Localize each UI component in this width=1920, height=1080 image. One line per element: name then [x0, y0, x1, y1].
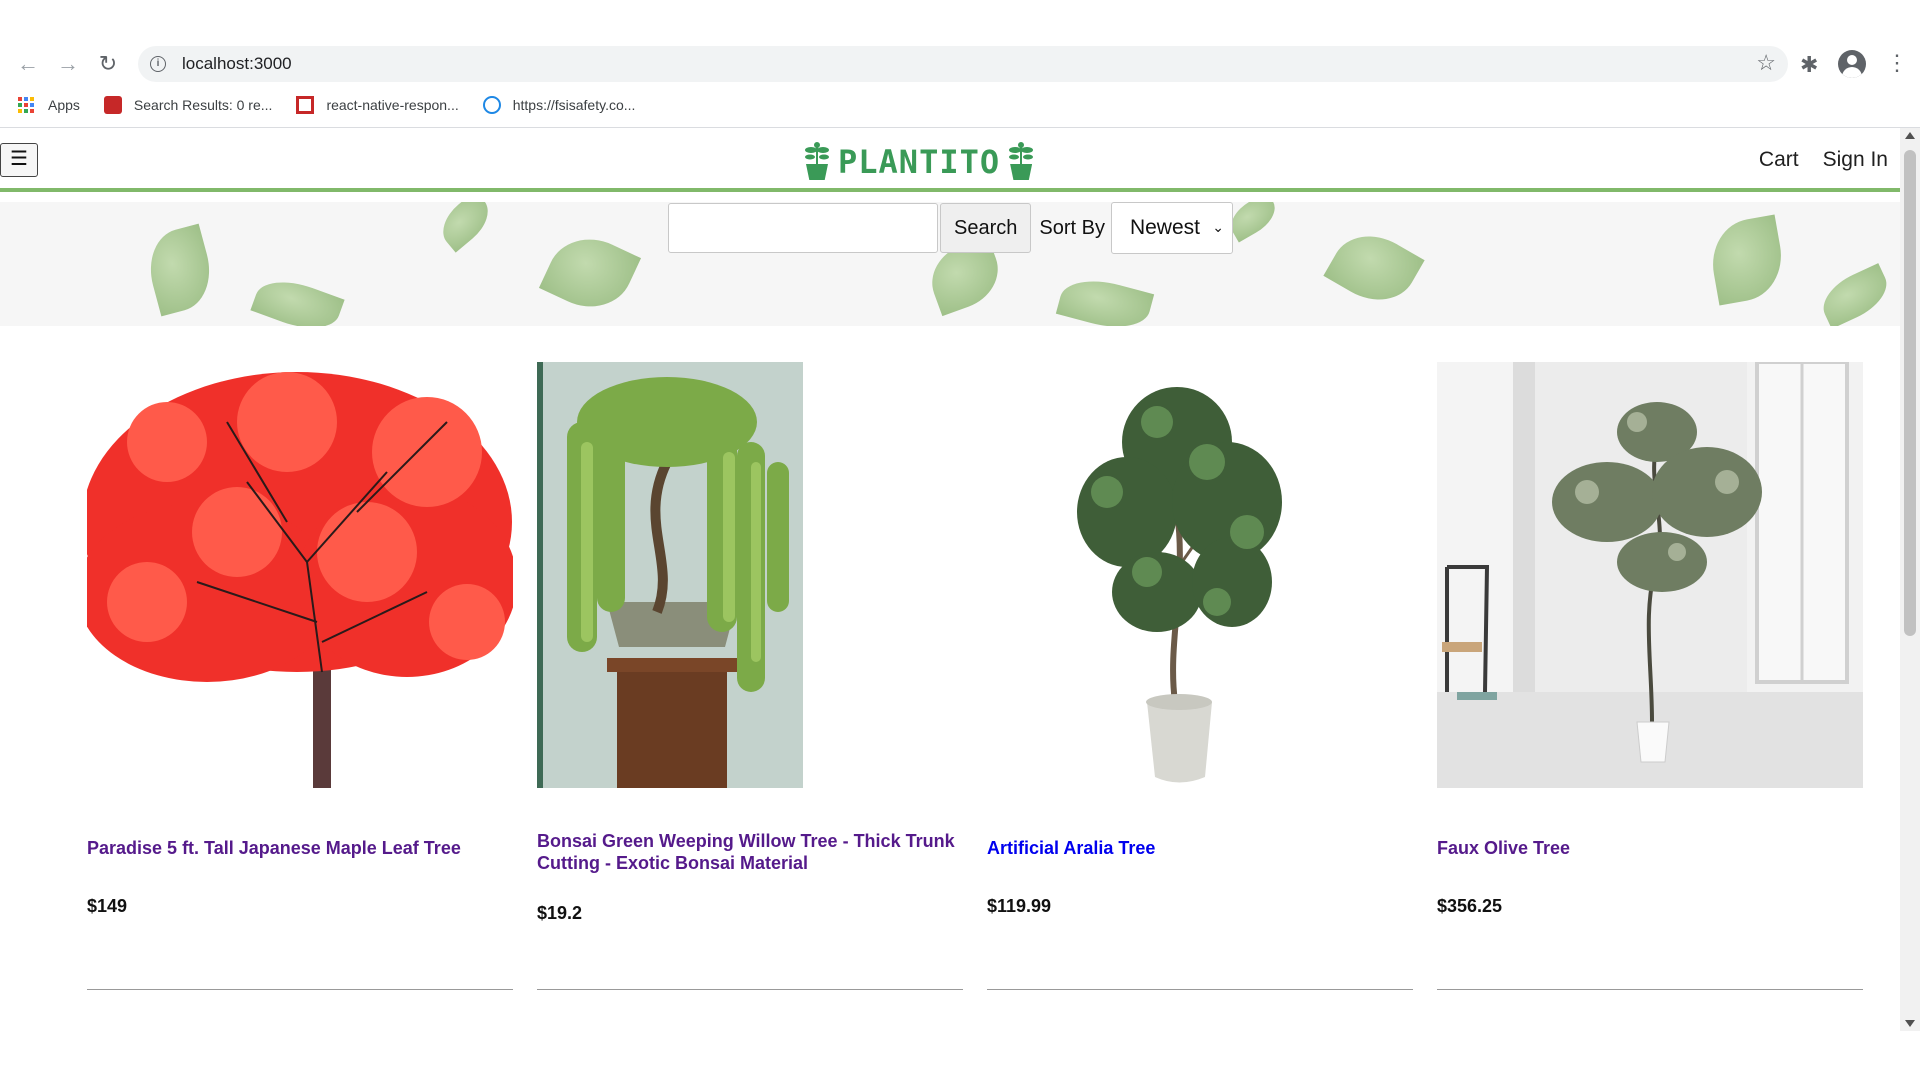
apps-grid-icon	[18, 97, 34, 113]
back-arrow-icon[interactable]: ←	[14, 50, 42, 78]
product-image-olive[interactable]	[1437, 362, 1863, 788]
leaf-decoration	[538, 224, 642, 322]
scroll-thumb[interactable]	[1904, 150, 1916, 636]
bookmark-star-icon[interactable]: ☆	[1756, 50, 1776, 76]
product-card: Paradise 5 ft. Tall Japanese Maple Leaf …	[87, 362, 513, 990]
page-viewport: ☰ PLANTITO Cart Sign In Search Sort By N…	[0, 128, 1900, 1080]
header-links: Cart Sign In	[1759, 148, 1888, 172]
search-button[interactable]: Search	[940, 203, 1032, 253]
scroll-up-arrow-icon[interactable]	[1905, 132, 1915, 139]
site-info-icon[interactable]: i	[150, 56, 166, 72]
profile-avatar-icon[interactable]	[1838, 50, 1866, 78]
bookmark-fsisafety[interactable]: https://fsisafety.co...	[482, 96, 636, 114]
product-grid: Paradise 5 ft. Tall Japanese Maple Leaf …	[87, 362, 1863, 1002]
leaf-decoration	[1814, 263, 1896, 326]
plantito-logo[interactable]: PLANTITO	[802, 138, 1036, 186]
menu-hamburger-button[interactable]: ☰	[0, 143, 38, 177]
browser-menu-icon[interactable]: ⋮	[1886, 50, 1908, 76]
search-results-favicon-icon	[103, 96, 122, 114]
leaf-decoration	[250, 270, 345, 326]
npm-favicon-icon	[296, 96, 315, 114]
product-card: Artificial Aralia Tree $119.99	[987, 362, 1413, 990]
potted-plant-icon	[1006, 142, 1036, 182]
extensions-puzzle-icon[interactable]: ✱	[1800, 52, 1818, 78]
bookmark-label: Apps	[48, 97, 80, 113]
bookmarks-bar: Apps Search Results: 0 re... react-nativ…	[0, 88, 1920, 122]
bookmark-react-native[interactable]: react-native-respon...	[296, 96, 459, 114]
search-banner: Search Sort By Newest ⌄	[0, 202, 1900, 326]
sort-by-label: Sort By	[1039, 216, 1105, 239]
product-name-link[interactable]: Artificial Aralia Tree	[987, 837, 1413, 859]
address-url[interactable]: localhost:3000	[182, 54, 292, 74]
browser-titlebar	[0, 0, 1920, 44]
bookmark-label: Search Results: 0 re...	[133, 97, 273, 113]
product-card: Faux Olive Tree $356.25	[1437, 362, 1863, 990]
product-name-link[interactable]: Faux Olive Tree	[1437, 837, 1863, 859]
page-scrollbar[interactable]	[1900, 128, 1920, 1031]
search-controls: Search Sort By Newest ⌄	[668, 202, 1233, 254]
product-image-aralia[interactable]	[987, 362, 1413, 788]
product-card: Bonsai Green Weeping Willow Tree - Thick…	[537, 362, 963, 990]
product-price: $356.25	[1437, 896, 1503, 916]
leaf-decoration	[1055, 271, 1155, 326]
sort-selected-value: Newest	[1129, 216, 1200, 239]
bookmark-label: react-native-respon...	[326, 97, 459, 113]
forward-arrow-icon[interactable]: →	[54, 50, 82, 78]
address-bar[interactable]: i localhost:3000 ☆	[138, 46, 1788, 82]
product-price: $149	[87, 896, 128, 916]
bookmark-search-results[interactable]: Search Results: 0 re...	[103, 96, 273, 114]
product-image-maple[interactable]	[87, 362, 513, 788]
bookmark-label: https://fsisafety.co...	[512, 97, 636, 113]
logo-text: PLANTITO	[838, 143, 1001, 181]
leaf-decoration	[1323, 220, 1425, 316]
potted-plant-icon	[802, 142, 832, 182]
leaf-decoration	[1705, 214, 1789, 306]
site-header: ☰ PLANTITO Cart Sign In	[0, 128, 1900, 192]
product-name-link[interactable]: Bonsai Green Weeping Willow Tree - Thick…	[537, 830, 963, 874]
steering-wheel-favicon-icon	[482, 96, 501, 114]
reload-icon[interactable]: ↻	[94, 50, 122, 78]
scroll-down-arrow-icon[interactable]	[1905, 1020, 1915, 1027]
leaf-decoration	[433, 202, 498, 253]
product-price: $19.2	[537, 903, 583, 923]
sign-in-link[interactable]: Sign In	[1823, 148, 1888, 172]
sort-select[interactable]: Newest ⌄	[1110, 202, 1233, 254]
product-image-bonsai[interactable]	[537, 362, 963, 788]
product-price: $119.99	[987, 896, 1052, 916]
chevron-down-icon: ⌄	[1212, 219, 1224, 235]
leaf-decoration	[140, 223, 220, 317]
search-input[interactable]	[668, 203, 938, 253]
bookmark-apps[interactable]: Apps	[18, 97, 80, 113]
cart-link[interactable]: Cart	[1759, 148, 1799, 172]
product-name-link[interactable]: Paradise 5 ft. Tall Japanese Maple Leaf …	[87, 837, 513, 859]
